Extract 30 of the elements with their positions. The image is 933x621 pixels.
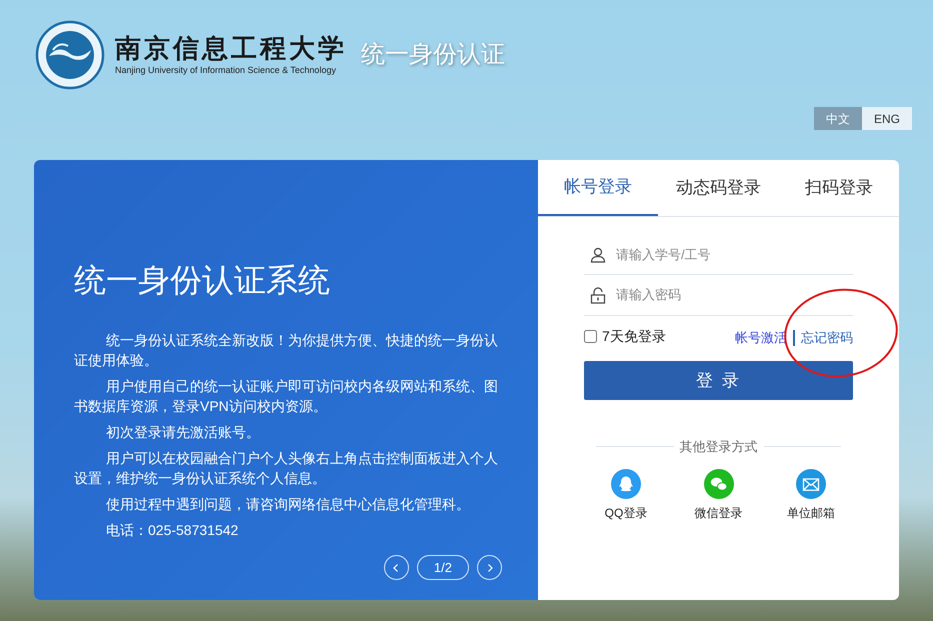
intro-paragraph: 使用过程中遇到问题，请咨询网络信息中心信息化管理科。 <box>105 495 471 514</box>
user-icon <box>590 246 606 262</box>
page-indicator: 1/2 <box>416 555 469 580</box>
intro-paragraph: 用户使用自己的统一认证账户即可访问校内各级网站和系统、图书数据库资源，登录VPN访问校内资源。 <box>74 377 499 416</box>
forgot-password-link[interactable]: 忘记密码 <box>801 328 853 348</box>
remember-label: 7天免登录 <box>602 326 666 346</box>
other-methods-title: 其他登录方式 <box>680 438 758 456</box>
username-field[interactable]: 请输入学号/工号 <box>616 244 853 264</box>
login-method-button[interactable]: 单位邮箱 <box>771 468 851 522</box>
login-method-button[interactable]: QQ登录 <box>586 468 666 522</box>
login-button[interactable]: 登 录 <box>584 361 853 400</box>
university-name-english: Nanjing University of Information Science & Technology <box>115 64 337 76</box>
password-field[interactable]: 请输入密码 <box>616 285 853 305</box>
language-tab[interactable]: ENG <box>862 107 912 130</box>
login-tab[interactable]: 扫码登录 <box>778 160 899 216</box>
intro-paragraph: 统一身份认证系统全新改版！为你提供方便、快捷的统一身份认证使用体验。 <box>74 331 499 370</box>
login-tab[interactable]: 动态码登录 <box>658 160 779 216</box>
previous-button[interactable] <box>384 555 409 580</box>
login-tab[interactable]: 帐号登录 <box>538 160 658 216</box>
intro-paragraph: 电话：025-58731542 <box>105 521 240 540</box>
system-title: 统一身份认证 <box>361 40 505 70</box>
login-method-button[interactable]: 微信登录 <box>678 468 758 522</box>
lock-icon <box>590 286 606 304</box>
remember-checkbox[interactable] <box>584 330 597 342</box>
intro-title: 统一身份认证系统 <box>74 261 331 300</box>
intro-paragraph: 用户可以在校园融合门户个人头像右上角点击控制面板进入个人设置，维护统一身份认证系统个人信息。 <box>74 449 499 488</box>
intro-paragraph: 初次登录请先激活账号。 <box>105 423 261 442</box>
university-name: 南京信息工程大学 <box>115 34 347 64</box>
next-button[interactable] <box>477 555 502 580</box>
university-seal-icon <box>35 20 105 90</box>
